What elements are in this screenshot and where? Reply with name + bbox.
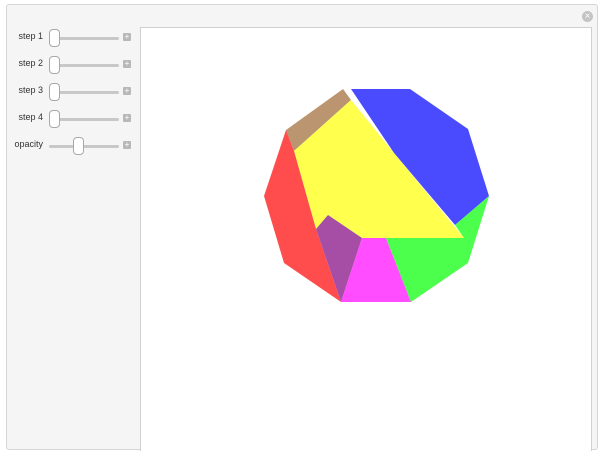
step-2-slider[interactable] xyxy=(49,56,119,74)
dissection-graphic xyxy=(264,89,489,302)
step-3-label: step 3 xyxy=(18,85,43,95)
opacity-label: opacity xyxy=(14,139,43,149)
opacity-slider-thumb[interactable] xyxy=(73,137,84,155)
step-2-label: step 2 xyxy=(18,58,43,68)
graphics-canvas[interactable] xyxy=(140,27,592,451)
step-2-slider-thumb[interactable] xyxy=(49,56,60,74)
step-2-expand-icon[interactable]: + xyxy=(123,60,131,68)
controls-panel: step 1 + step 2 + step 3 + step 4 + opac… xyxy=(7,5,139,449)
control-step-4: step 4 + xyxy=(7,109,139,129)
step-3-slider-thumb[interactable] xyxy=(49,83,60,101)
control-opacity: opacity + xyxy=(7,136,139,156)
step-1-label: step 1 xyxy=(18,31,43,41)
step-4-slider[interactable] xyxy=(49,110,119,128)
control-step-2: step 2 + xyxy=(7,55,139,75)
opacity-slider[interactable] xyxy=(49,137,119,155)
step-3-expand-icon[interactable]: + xyxy=(123,87,131,95)
step-1-expand-icon[interactable]: + xyxy=(123,33,131,41)
close-icon[interactable]: × xyxy=(582,11,593,22)
step-4-slider-thumb[interactable] xyxy=(49,110,60,128)
control-step-1: step 1 + xyxy=(7,28,139,48)
step-4-expand-icon[interactable]: + xyxy=(123,114,131,122)
step-1-slider[interactable] xyxy=(49,29,119,47)
step-3-slider[interactable] xyxy=(49,83,119,101)
step-4-label: step 4 xyxy=(18,112,43,122)
step-1-slider-thumb[interactable] xyxy=(49,29,60,47)
control-step-3: step 3 + xyxy=(7,82,139,102)
manipulate-panel: × step 1 + step 2 + step 3 + step 4 + op… xyxy=(6,4,598,451)
opacity-expand-icon[interactable]: + xyxy=(123,141,131,149)
